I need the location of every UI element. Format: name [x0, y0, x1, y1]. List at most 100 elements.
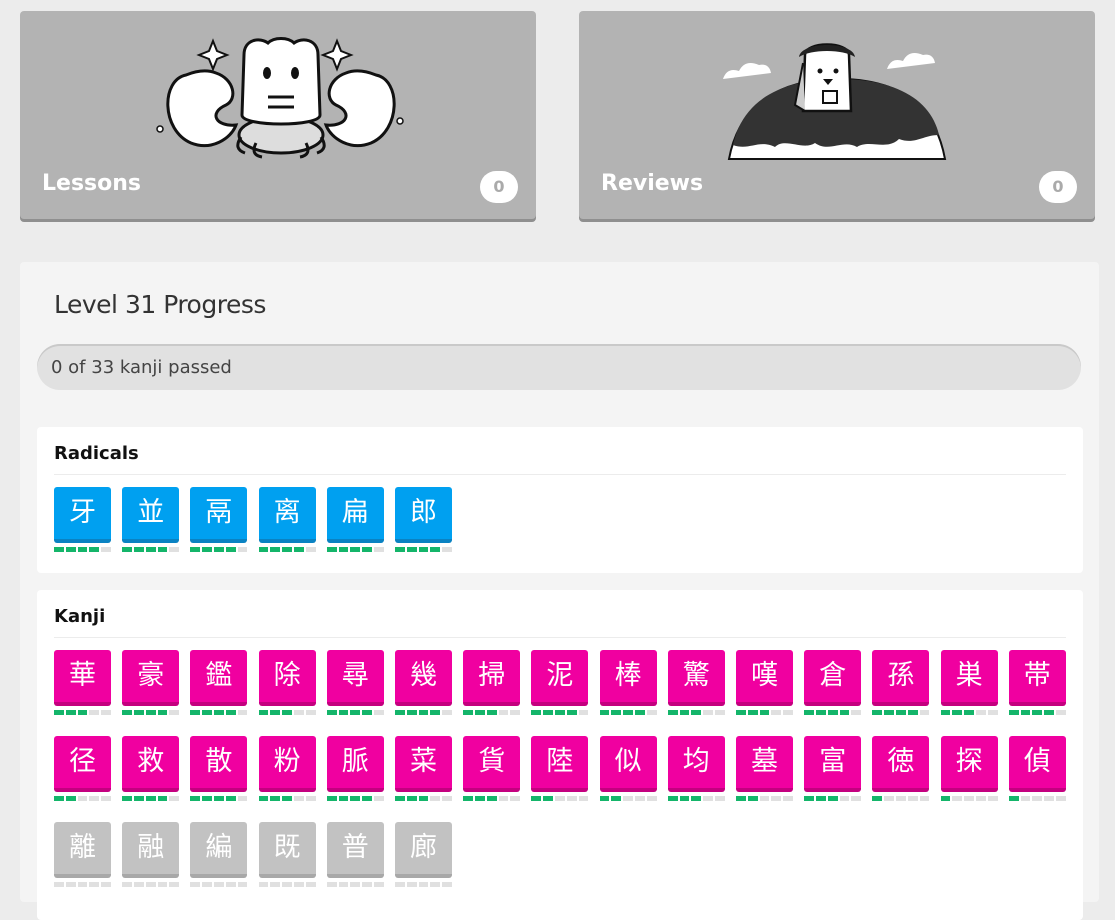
kanji-item[interactable]: 豪: [122, 650, 180, 722]
kanji-tile[interactable]: 帯: [1008, 650, 1066, 706]
kanji-tile[interactable]: 偵: [1008, 736, 1066, 792]
radical-item[interactable]: 郎: [395, 487, 453, 559]
kanji-tile[interactable]: 均: [667, 736, 725, 792]
kanji-tile[interactable]: 脈: [326, 736, 384, 792]
kanji-tile[interactable]: 倉: [804, 650, 862, 706]
kanji-tile[interactable]: 泥: [531, 650, 589, 706]
kanji-item[interactable]: 徳: [872, 736, 930, 808]
kanji-tile[interactable]: 巣: [940, 650, 998, 706]
kanji-item[interactable]: 富: [804, 736, 862, 808]
kanji-tile[interactable]: 幾: [395, 650, 452, 706]
kanji-item[interactable]: 貨: [463, 736, 521, 808]
section-divider: [54, 474, 1066, 475]
kanji-tile[interactable]: 墓: [736, 736, 793, 792]
kanji-item[interactable]: 華: [54, 650, 112, 722]
kanji-item[interactable]: 掃: [463, 650, 521, 722]
kanji-item[interactable]: 探: [940, 736, 999, 808]
srs-stage-indicator: [54, 547, 111, 552]
radical-tile[interactable]: 郎: [395, 487, 452, 543]
kanji-tile[interactable]: 離: [54, 822, 111, 878]
srs-stage-segment: [418, 796, 429, 801]
kanji-item[interactable]: 幾: [395, 650, 453, 722]
kanji-tile[interactable]: 富: [804, 736, 862, 792]
kanji-tile[interactable]: 鑑: [190, 650, 248, 706]
srs-stage-indicator: [326, 796, 384, 801]
radical-tile[interactable]: 牙: [54, 487, 111, 543]
kanji-item[interactable]: 墓: [736, 736, 794, 808]
kanji-tile[interactable]: 粉: [258, 736, 316, 792]
kanji-tile[interactable]: 探: [940, 736, 998, 792]
kanji-item[interactable]: 救: [122, 736, 180, 808]
kanji-item[interactable]: 粉: [258, 736, 317, 808]
kanji-tile[interactable]: 嘆: [736, 650, 793, 706]
kanji-tile[interactable]: 孫: [872, 650, 930, 706]
radical-item[interactable]: 並: [122, 487, 180, 559]
kanji-tile[interactable]: 驚: [667, 650, 725, 706]
kanji-item[interactable]: 脈: [326, 736, 385, 808]
kanji-tile[interactable]: 編: [190, 822, 248, 878]
kanji-tile[interactable]: 除: [258, 650, 316, 706]
kanji-item[interactable]: 廊: [395, 822, 453, 894]
radical-item[interactable]: 离: [258, 487, 317, 559]
kanji-item[interactable]: 孫: [872, 650, 930, 722]
kanji-tile[interactable]: 菜: [395, 736, 452, 792]
kanji-tile[interactable]: 貨: [463, 736, 521, 792]
kanji-tile[interactable]: 廊: [395, 822, 452, 878]
kanji-tile[interactable]: 散: [190, 736, 248, 792]
reviews-card[interactable]: Reviews 0: [579, 11, 1095, 219]
radical-tile[interactable]: 扁: [326, 487, 384, 543]
kanji-tile[interactable]: 華: [54, 650, 111, 706]
kanji-item[interactable]: 驚: [667, 650, 726, 722]
kanji-item[interactable]: 編: [190, 822, 248, 894]
kanji-item[interactable]: 離: [54, 822, 112, 894]
kanji-item[interactable]: 帯: [1008, 650, 1067, 722]
kanji-item[interactable]: 棒: [599, 650, 658, 722]
srs-stage-segment: [578, 710, 589, 715]
kanji-item[interactable]: 径: [54, 736, 112, 808]
kanji-item[interactable]: 融: [122, 822, 180, 894]
srs-stage-segment: [679, 710, 690, 715]
radical-tile[interactable]: 並: [122, 487, 180, 543]
kanji-tile[interactable]: 徳: [872, 736, 930, 792]
radical-item[interactable]: 鬲: [190, 487, 248, 559]
kanji-item[interactable]: 偵: [1008, 736, 1067, 808]
kanji-tile[interactable]: 掃: [463, 650, 521, 706]
srs-stage-segment: [169, 547, 180, 552]
kanji-item[interactable]: 既: [258, 822, 317, 894]
kanji-item[interactable]: 鑑: [190, 650, 248, 722]
kanji-item[interactable]: 散: [190, 736, 248, 808]
srs-stage-segment: [282, 547, 292, 552]
lessons-card[interactable]: Lessons 0: [20, 11, 536, 219]
radical-item[interactable]: 扁: [326, 487, 385, 559]
kanji-tile[interactable]: 棒: [599, 650, 657, 706]
srs-stage-segment: [940, 710, 951, 715]
kanji-item[interactable]: 普: [326, 822, 385, 894]
kanji-tile[interactable]: 尋: [326, 650, 384, 706]
kanji-item[interactable]: 尋: [326, 650, 385, 722]
kanji-item[interactable]: 泥: [531, 650, 589, 722]
kanji-tile[interactable]: 救: [122, 736, 180, 792]
radical-tile[interactable]: 鬲: [190, 487, 248, 543]
kanji-item[interactable]: 嘆: [736, 650, 794, 722]
srs-stage-indicator: [804, 710, 862, 715]
kanji-item[interactable]: 倉: [804, 650, 862, 722]
srs-stage-indicator: [395, 882, 452, 887]
radical-item[interactable]: 牙: [54, 487, 112, 559]
kanji-tile[interactable]: 陸: [531, 736, 589, 792]
kanji-tile[interactable]: 融: [122, 822, 180, 878]
kanji-item[interactable]: 陸: [531, 736, 589, 808]
srs-stage-segment: [54, 882, 64, 887]
kanji-item[interactable]: 均: [667, 736, 726, 808]
kanji-item[interactable]: 似: [599, 736, 658, 808]
kanji-item[interactable]: 菜: [395, 736, 453, 808]
srs-stage-segment: [543, 710, 553, 715]
kanji-progress-summary: 0 of 33 kanji passed: [51, 357, 232, 378]
kanji-tile[interactable]: 径: [54, 736, 111, 792]
kanji-item[interactable]: 除: [258, 650, 317, 722]
kanji-tile[interactable]: 豪: [122, 650, 180, 706]
kanji-tile[interactable]: 似: [599, 736, 657, 792]
radical-tile[interactable]: 离: [258, 487, 316, 543]
kanji-tile[interactable]: 既: [258, 822, 316, 878]
kanji-tile[interactable]: 普: [326, 822, 384, 878]
kanji-item[interactable]: 巣: [940, 650, 999, 722]
